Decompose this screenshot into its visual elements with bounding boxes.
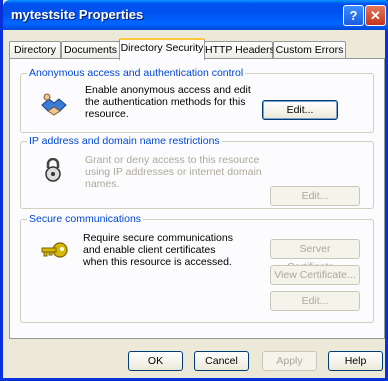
tab-directory-security[interactable]: Directory Security	[119, 38, 205, 60]
ip-restrictions-group: IP address and domain name restrictions …	[20, 135, 374, 209]
help-icon[interactable]: ?	[343, 5, 364, 26]
ok-button[interactable]: OK	[128, 351, 183, 371]
title-bar[interactable]: mytestsite Properties ? ✕	[3, 0, 388, 30]
server-certificate-button[interactable]: Server Certificate...	[270, 239, 360, 273]
tab-http-headers[interactable]: HTTP Headers	[204, 41, 275, 59]
secure-communications-group: Secure communications Require secure com…	[20, 213, 374, 323]
dialog-button-bar: OK Cancel Apply Help	[3, 346, 388, 376]
anonymous-edit-button[interactable]: Edit...	[262, 100, 338, 120]
tab-panel: Anonymous access and authentication cont…	[9, 58, 385, 339]
secure-group-title: Secure communications	[27, 213, 144, 225]
secure-edit-button[interactable]: Edit...	[270, 291, 360, 311]
tab-strip: Directory Documents Directory Security H…	[9, 38, 385, 60]
anonymous-access-group: Anonymous access and authentication cont…	[20, 67, 374, 133]
cancel-button[interactable]: Cancel	[194, 351, 249, 371]
handshake-icon	[40, 91, 68, 120]
apply-button[interactable]: Apply	[262, 351, 317, 371]
ip-description: Grant or deny access to this resource us…	[85, 154, 262, 190]
properties-dialog: mytestsite Properties ? ✕ Directory Docu…	[0, 0, 388, 381]
tab-directory[interactable]: Directory	[9, 41, 61, 59]
anonymous-description: Enable anonymous access and edit the aut…	[85, 84, 251, 120]
secure-description: Require secure communications and enable…	[83, 232, 233, 268]
close-icon[interactable]: ✕	[365, 5, 386, 26]
anonymous-group-title: Anonymous access and authentication cont…	[27, 67, 246, 79]
help-button[interactable]: Help	[328, 351, 383, 371]
ip-edit-button[interactable]: Edit...	[270, 186, 360, 206]
key-icon	[40, 240, 70, 263]
window-title: mytestsite Properties	[11, 7, 144, 22]
ip-group-title: IP address and domain name restrictions	[27, 135, 222, 147]
view-certificate-button[interactable]: View Certificate...	[270, 265, 360, 285]
tab-documents[interactable]: Documents	[61, 41, 120, 59]
tab-custom-errors[interactable]: Custom Errors	[273, 41, 346, 59]
padlock-icon	[43, 157, 63, 185]
